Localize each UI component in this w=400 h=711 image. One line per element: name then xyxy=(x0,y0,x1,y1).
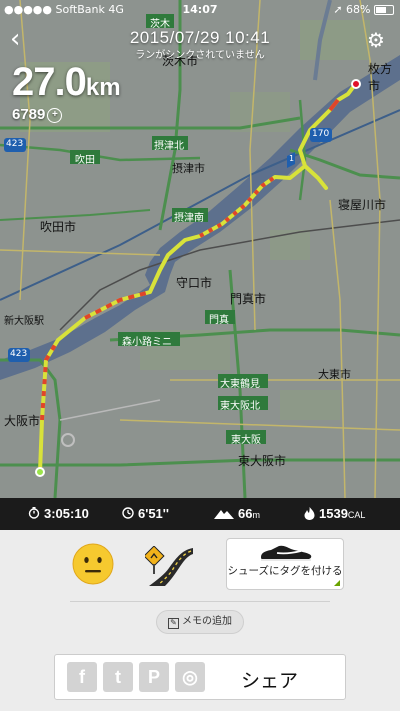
calories-unit: CAL xyxy=(347,510,366,520)
clock-icon xyxy=(122,507,134,522)
add-memo-label: メモの追加 xyxy=(182,616,232,627)
twitter-icon[interactable]: t xyxy=(103,662,133,692)
pinterest-icon[interactable]: P xyxy=(139,662,169,692)
map-label-higashiosaka: 東大阪市 xyxy=(238,454,287,468)
gear-icon[interactable]: ⚙ xyxy=(366,30,386,50)
stat-pace: 6'51'' xyxy=(122,506,169,522)
road-sign-morikoji: 森小路ミニ xyxy=(122,337,172,348)
fuel-value: 6789 xyxy=(12,106,46,123)
stat-duration: 3:05:10 xyxy=(28,506,89,522)
map-label-suita: 吹田市 xyxy=(40,220,77,234)
divider xyxy=(70,601,330,602)
road-sign-settsukita: 摂津北 xyxy=(154,141,184,152)
road-sign-settsuminami: 摂津南 xyxy=(174,213,204,224)
tag-shoes-label: シューズにタグを付ける xyxy=(227,565,343,577)
map-label-kadoma: 門真市 xyxy=(230,292,267,306)
map-label-daito: 大東市 xyxy=(318,368,351,381)
stopwatch-icon xyxy=(28,507,40,522)
corner-triangle-icon xyxy=(334,580,340,586)
map-label-settsu: 摂津市 xyxy=(172,162,205,175)
map-label-neyagawa: 寝屋川市 xyxy=(338,198,387,212)
route-shield-170: 170 xyxy=(312,129,330,139)
elevation-unit: m xyxy=(252,510,260,520)
distance-unit: km xyxy=(85,74,121,101)
stat-calories: 1539CAL xyxy=(304,506,365,523)
route-shield-423-south: 423 xyxy=(10,349,28,359)
shoe-icon xyxy=(261,545,312,561)
battery-status: ➚ 68% xyxy=(333,3,394,16)
map-label-hirakata: 枚方市 xyxy=(368,62,393,93)
distance-value: 27.0 xyxy=(12,60,87,104)
share-bar[interactable]: f t P ◎ シェア xyxy=(54,654,346,700)
status-bar: ●●●●● SoftBank 4G 14:07 ➚ 68% xyxy=(0,0,400,20)
terrain-road-icon[interactable] xyxy=(143,545,193,586)
road-sign-kadoma: 門真 xyxy=(209,315,229,326)
add-memo-button[interactable]: ✎ メモの追加 xyxy=(156,610,244,634)
instagram-icon[interactable]: ◎ xyxy=(175,662,205,692)
fuel-icon: + xyxy=(47,107,63,123)
duration-value: 3:05:10 xyxy=(44,506,89,521)
map-label-moriguchi: 守口市 xyxy=(176,276,213,290)
stats-bar: 3:05:10 6'51'' 66m 1539CAL xyxy=(0,498,400,530)
stat-elevation: 66m xyxy=(214,506,260,522)
elevation-value: 66 xyxy=(238,506,253,521)
mountain-icon xyxy=(214,507,234,522)
calories-value: 1539 xyxy=(319,506,348,521)
facebook-icon[interactable]: f xyxy=(67,662,97,692)
tag-shoes-button[interactable]: シューズにタグを付ける xyxy=(226,538,344,590)
run-distance: 27.0km xyxy=(12,60,121,105)
road-sign-higashiosaka: 東大阪 xyxy=(231,435,261,446)
pace-value: 6'51'' xyxy=(138,506,169,521)
road-sign-suita: 吹田 xyxy=(75,155,95,166)
flame-icon xyxy=(304,506,315,523)
map-label-shin-osaka: 新大阪駅 xyxy=(4,316,44,327)
road-sign-higashiosakakita: 東大阪北 xyxy=(220,401,260,412)
neutral-face-icon[interactable] xyxy=(72,543,114,585)
map-label-osaka: 大阪市 xyxy=(4,414,41,428)
edit-icon: ✎ xyxy=(168,618,179,629)
battery-percent: 68% xyxy=(346,3,371,16)
location-icon: ➚ xyxy=(333,3,343,16)
sync-notice: ランがシンクされていません xyxy=(135,50,265,61)
route-shield-1: 1 xyxy=(289,154,295,163)
share-label[interactable]: シェア xyxy=(241,666,298,693)
battery-icon xyxy=(374,5,394,15)
road-sign-daitotsurumi: 大東鶴見 xyxy=(220,379,260,390)
route-shield-423: 423 xyxy=(6,139,24,149)
fuel-points: 6789 + xyxy=(12,106,63,123)
run-date: 2015/07/29 10:41 xyxy=(129,28,271,47)
